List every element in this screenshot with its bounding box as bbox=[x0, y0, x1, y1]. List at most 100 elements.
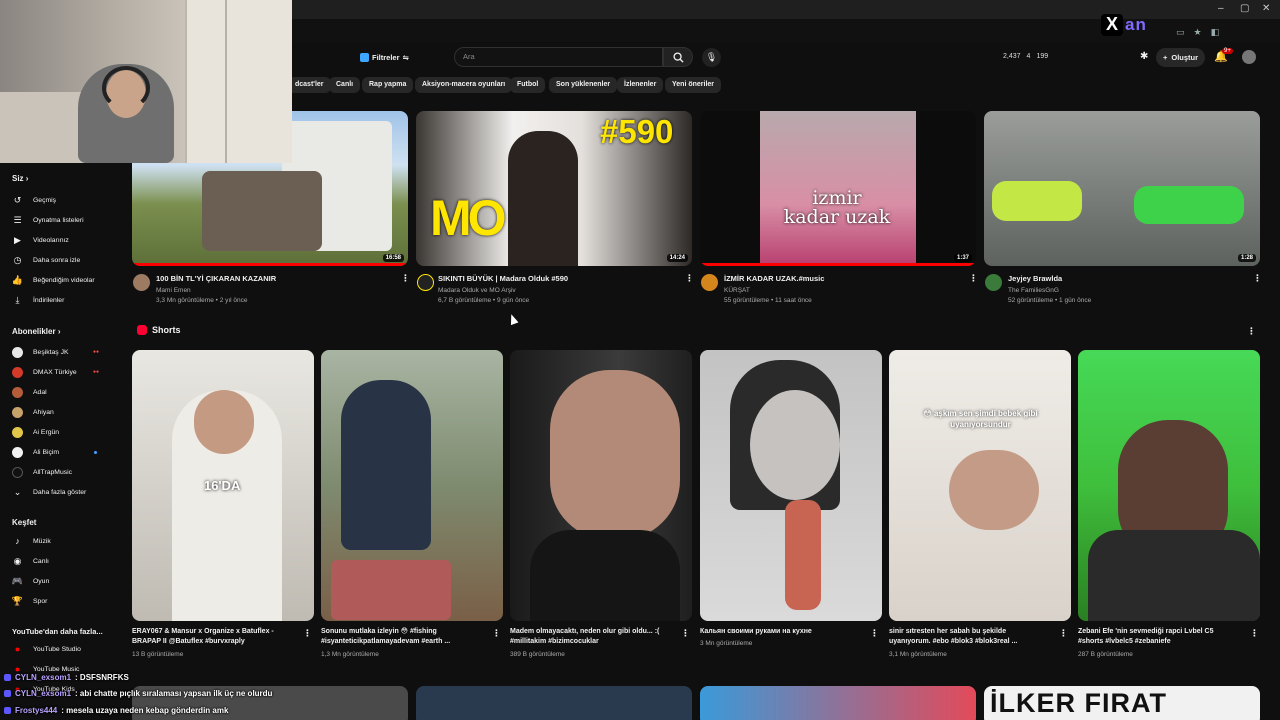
sidebar-subs-label: Abonelikler bbox=[12, 327, 56, 336]
search-input[interactable]: Ara bbox=[454, 47, 663, 67]
chip-live[interactable]: Canlı bbox=[329, 77, 361, 93]
create-button[interactable]: + Oluştur bbox=[1156, 48, 1206, 67]
chip-podcasts[interactable]: dcast'ler bbox=[288, 77, 331, 93]
minimize-icon[interactable]: – bbox=[1218, 3, 1224, 14]
more-vert-icon[interactable]: ⋮ bbox=[870, 628, 879, 639]
more-vert-icon[interactable]: ⋮ bbox=[401, 273, 410, 284]
chip-watched[interactable]: İzlenenler bbox=[617, 77, 664, 93]
more-vert-icon[interactable]: ⋮ bbox=[303, 628, 312, 639]
extension-icon[interactable]: ◧ bbox=[1211, 27, 1220, 38]
sidebar-sub-item[interactable]: AllTrapMusic bbox=[12, 465, 72, 479]
search-button[interactable] bbox=[663, 47, 693, 67]
live-icon: ◉ bbox=[13, 555, 22, 566]
video-duration: 1:37 bbox=[953, 254, 972, 262]
short-title[interactable]: Sonunu mutlaka izleyin 😳 #fishing #isyant… bbox=[321, 627, 481, 647]
sidebar-item-your-videos[interactable]: ▶ Videolarınız bbox=[12, 233, 69, 247]
puzzle-icon[interactable]: ✱ bbox=[1140, 51, 1148, 62]
sidebar-sub-item[interactable]: Adal bbox=[12, 385, 47, 399]
short-title[interactable]: Madem olmayacaktı, neden olur gibi oldu.… bbox=[510, 627, 670, 647]
new-content-dot bbox=[94, 451, 97, 454]
sidebar-item-label: YouTube Music bbox=[33, 665, 80, 673]
sidebar-subs-header[interactable]: Abonelikler › bbox=[12, 327, 60, 336]
short-title[interactable]: ERAY067 & Mansur x Organize x Batuflex -… bbox=[132, 627, 292, 647]
sidebar-item-watch-later[interactable]: ◷ Daha sonra izle bbox=[12, 253, 81, 267]
video-title[interactable]: 100 BİN TL'Yİ ÇIKARAN KAZANIR bbox=[156, 274, 276, 283]
chat-message: CYLN_exsom1: DSFSNRFKS bbox=[4, 673, 129, 682]
sidebar-item-music[interactable]: ♪ Müzik bbox=[12, 534, 51, 548]
video-thumbnail[interactable]: MO #590 14:24 bbox=[416, 111, 692, 266]
video-channel[interactable]: The FamiliesGnG bbox=[1008, 287, 1059, 294]
channel-avatar[interactable] bbox=[417, 274, 434, 291]
voice-search-button[interactable]: 🎙 bbox=[702, 48, 721, 67]
more-vert-icon[interactable]: ⋮ bbox=[492, 628, 501, 639]
short-thumbnail[interactable] bbox=[321, 350, 503, 621]
more-vert-icon[interactable]: ⋮ bbox=[681, 628, 690, 639]
channel-avatar[interactable] bbox=[985, 274, 1002, 291]
chip-new-to-you[interactable]: Yeni öneriler bbox=[665, 77, 722, 93]
short-title-line: #isyanteticikpatlamayadevam #earth ... bbox=[321, 638, 451, 645]
video-thumbnail[interactable] bbox=[416, 686, 692, 720]
short-title[interactable]: Zebani Efe 'nin sevmediği rapci Lvbel C5… bbox=[1078, 627, 1238, 647]
sidebar-show-more[interactable]: ⌄ Daha fazla göster bbox=[12, 485, 87, 499]
short-title[interactable]: sinir sıtresten her sabah bu şekilde uyan… bbox=[889, 627, 1049, 647]
video-channel[interactable]: Mami Emen bbox=[156, 287, 191, 294]
video-thumbnail[interactable]: 1:28 bbox=[984, 111, 1260, 266]
short-views: 13 B görüntüleme bbox=[132, 651, 184, 658]
video-channel[interactable]: Madara Olduk ve MO Arşiv bbox=[438, 287, 516, 294]
short-thumbnail[interactable] bbox=[700, 350, 882, 621]
more-vert-icon[interactable]: ⋮ bbox=[1247, 326, 1256, 337]
video-title[interactable]: Jeyjey Brawlda bbox=[1008, 274, 1062, 283]
sidebar-sub-item[interactable]: Beşiktaş JK bbox=[12, 345, 69, 359]
more-vert-icon[interactable]: ⋮ bbox=[1250, 628, 1259, 639]
sidebar-item-playlists[interactable]: ☰ Oynatma listeleri bbox=[12, 213, 83, 227]
more-vert-icon[interactable]: ⋮ bbox=[969, 273, 978, 284]
chevron-right-icon: › bbox=[57, 327, 61, 336]
history-icon: ↺ bbox=[13, 194, 22, 205]
stream-logo-text: an bbox=[1125, 14, 1147, 34]
sidebar-item-gaming[interactable]: 🎮 Oyun bbox=[12, 574, 49, 588]
avatar[interactable] bbox=[1242, 50, 1256, 64]
maximize-icon[interactable]: ▢ bbox=[1240, 3, 1249, 14]
chat-message: Frostys444: mesela uzaya neden kebap gön… bbox=[4, 706, 228, 715]
sidebar-item-label: Müzik bbox=[33, 537, 51, 545]
chip-action-adventure[interactable]: Aksiyon-macera oyunları bbox=[415, 77, 513, 93]
video-title[interactable]: SIKINTI BÜYÜK | Madara Olduk #590 bbox=[438, 274, 568, 283]
cast-icon[interactable]: ▭ bbox=[1176, 27, 1185, 38]
sidebar-sub-item[interactable]: Ai Ergün bbox=[12, 425, 59, 439]
chip-football[interactable]: Futbol bbox=[510, 77, 546, 93]
short-title[interactable]: Кальян своими руками на кухне bbox=[700, 627, 860, 637]
sidebar-item-studio[interactable]: ● YouTube Studio bbox=[12, 642, 81, 656]
channel-avatar[interactable] bbox=[701, 274, 718, 291]
sidebar-item-live[interactable]: ◉ Canlı bbox=[12, 554, 49, 568]
sidebar-sub-item[interactable]: Ahiyan bbox=[12, 405, 54, 419]
video-thumbnail[interactable]: izmir kadar uzak 1:37 bbox=[700, 111, 976, 266]
star-icon[interactable]: ★ bbox=[1194, 27, 1202, 38]
short-overlay-text: 😳 aşkım sen şimdi bebek gibi uyanıyorsun… bbox=[923, 409, 1038, 429]
video-thumbnail[interactable]: İLKER FIRAT bbox=[984, 686, 1260, 720]
short-thumbnail[interactable] bbox=[510, 350, 692, 621]
short-thumbnail[interactable]: 😳 aşkım sen şimdi bebek gibi uyanıyorsun… bbox=[889, 350, 1071, 621]
sidebar-sub-item[interactable]: Ali Biçim bbox=[12, 445, 59, 459]
more-vert-icon[interactable]: ⋮ bbox=[1253, 273, 1262, 284]
sidebar-item-liked[interactable]: 👍 Beğendiğim videolar bbox=[12, 273, 95, 287]
sidebar-item-sports[interactable]: 🏆 Spor bbox=[12, 594, 47, 608]
chip-recently-uploaded[interactable]: Son yüklenenler bbox=[549, 77, 618, 93]
more-vert-icon[interactable]: ⋮ bbox=[685, 273, 694, 284]
chip-rap[interactable]: Rap yapma bbox=[362, 77, 414, 93]
more-vert-icon[interactable]: ⋮ bbox=[1059, 628, 1068, 639]
thumb-shape bbox=[949, 450, 1039, 530]
channel-avatar[interactable] bbox=[133, 274, 150, 291]
short-thumbnail[interactable]: 16'DA bbox=[132, 350, 314, 621]
close-icon[interactable]: ✕ bbox=[1262, 3, 1270, 14]
thumb-shape bbox=[202, 171, 322, 251]
sidebar-item-downloads[interactable]: ⤓ İndirilenler bbox=[12, 293, 65, 307]
video-thumbnail[interactable] bbox=[700, 686, 976, 720]
sidebar-item-history[interactable]: ↺ Geçmiş bbox=[12, 193, 56, 207]
sidebar-you-header[interactable]: Siz › bbox=[12, 174, 28, 183]
sidebar-sub-item[interactable]: DMAX Türkiye bbox=[12, 365, 77, 379]
short-thumbnail[interactable] bbox=[1078, 350, 1260, 621]
video-channel[interactable]: KÜRŞAT bbox=[724, 287, 750, 294]
short-title-line: Zebani Efe 'nin sevmediği rapci Lvbel C5 bbox=[1078, 628, 1214, 635]
filters-button[interactable]: Filtreler ⇋ bbox=[360, 50, 409, 64]
video-title[interactable]: İZMİR KADAR UZAK.#music bbox=[724, 274, 824, 283]
